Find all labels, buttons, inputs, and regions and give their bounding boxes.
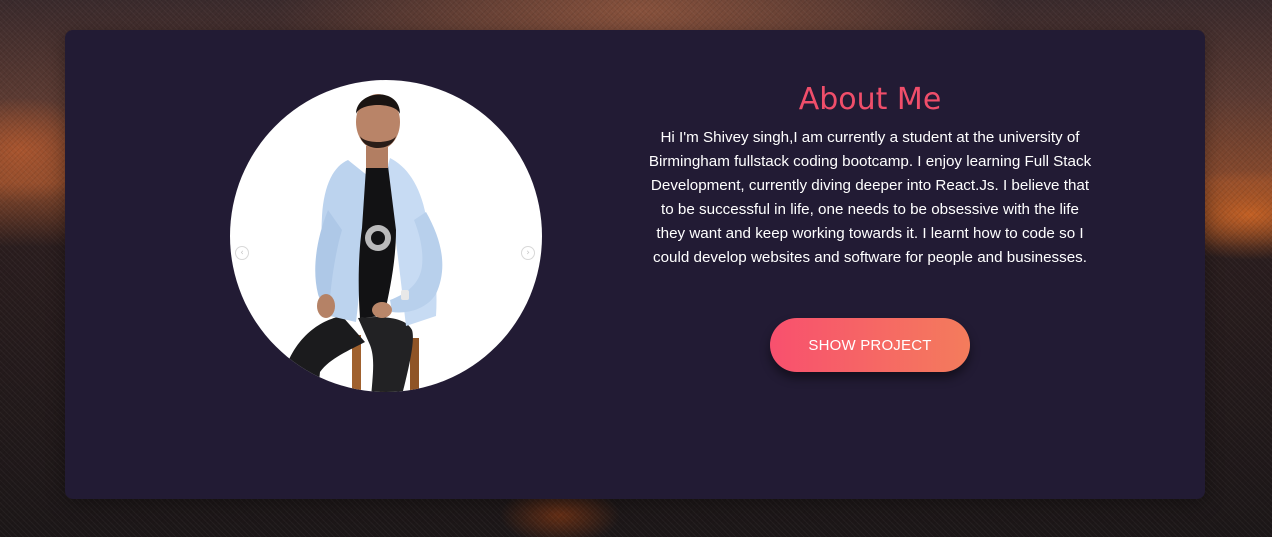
chevron-right-icon[interactable]: ›: [521, 246, 535, 260]
about-section: About Me Hi I'm Shivey singh,I am curren…: [645, 80, 1095, 270]
profile-photo: [230, 80, 542, 392]
about-title: About Me: [798, 82, 942, 117]
about-card: ‹ › About Me Hi I'm Shivey singh,I am cu…: [65, 30, 1205, 499]
show-project-button[interactable]: SHOW PROJECT: [770, 318, 970, 372]
profile-photo-illustration: [280, 94, 443, 392]
chevron-left-icon[interactable]: ‹: [235, 246, 249, 260]
about-description: Hi I'm Shivey singh,I am currently a stu…: [648, 129, 1092, 266]
